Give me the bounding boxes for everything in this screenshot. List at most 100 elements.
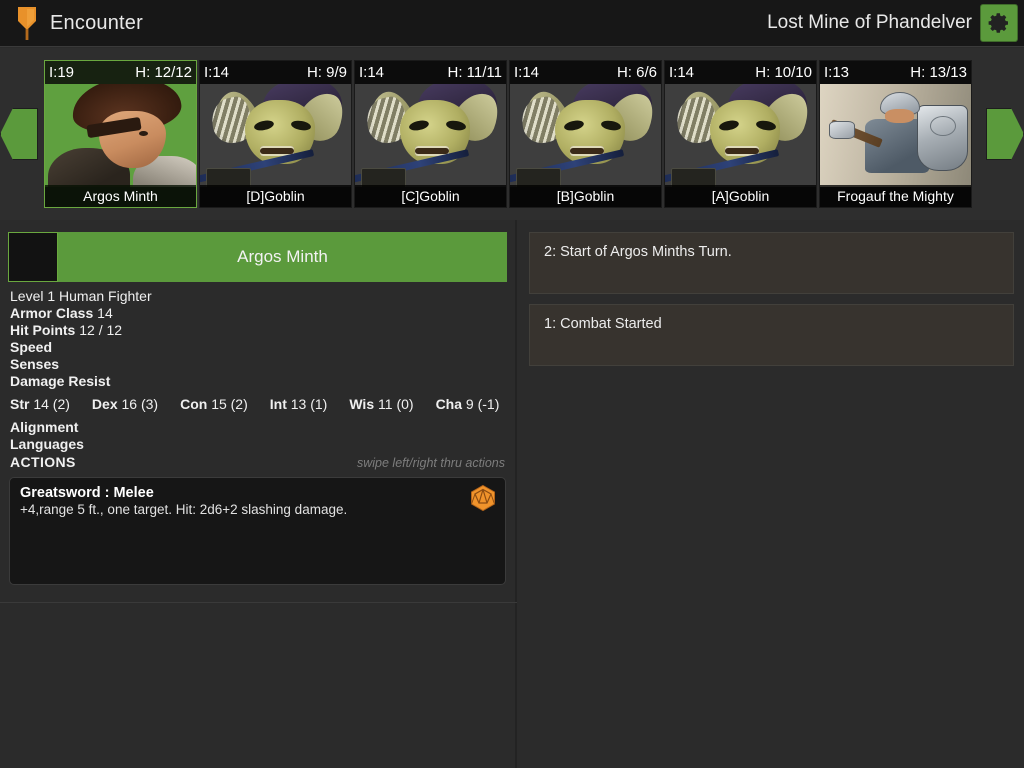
- ability-value: 11 (0): [378, 396, 414, 412]
- portrait-art: [820, 84, 971, 187]
- portrait-art: [200, 84, 351, 187]
- combatant-initiative: I:13: [824, 64, 850, 81]
- combatant-card[interactable]: I:13 H: 13/13 Frogauf the Mighty: [819, 60, 972, 208]
- sheet-armor-class: Armor Class 14: [10, 305, 505, 322]
- combatant-card[interactable]: I:14 H: 11/11 [C]Goblin: [354, 60, 507, 208]
- shield-torch-icon: [16, 5, 38, 41]
- languages-label: Languages: [10, 436, 84, 452]
- sheet-extra-lines: Alignment Languages: [0, 413, 515, 453]
- ability-value: 15 (2): [211, 396, 248, 412]
- app-header: Encounter Lost Mine of Phandelver: [0, 0, 1024, 47]
- armor-class-label: Armor Class: [10, 305, 94, 321]
- combatant-name: Frogauf the Mighty: [820, 185, 971, 207]
- body-wrap: Argos Minth Level 1 Human Fighter Armor …: [0, 220, 1024, 768]
- senses-label: Senses: [10, 356, 60, 372]
- combatant-hp: H: 13/13: [910, 64, 967, 81]
- swipe-hint: swipe left/right thru actions: [357, 456, 505, 470]
- damage-resist-label: Damage Resist: [10, 373, 111, 389]
- combatant-hp: H: 9/9: [306, 64, 347, 81]
- chevron-right-icon: [986, 108, 1024, 160]
- ability-value: 9 (-1): [465, 396, 500, 412]
- speed-label: Speed: [10, 339, 53, 355]
- combatant-name: [C]Goblin: [355, 185, 506, 207]
- combatant-initiative: I:14: [669, 64, 695, 81]
- ability-label: Str: [10, 396, 30, 412]
- avatar[interactable]: [8, 232, 58, 282]
- ability-label: Int: [269, 396, 287, 412]
- combatant-card[interactable]: I:14 H: 9/9 [D]Goblin: [199, 60, 352, 208]
- combatant-name: Argos Minth: [45, 185, 196, 207]
- combatant-stats: I:14 H: 6/6: [510, 61, 661, 84]
- log-entry[interactable]: 1: Combat Started: [529, 304, 1014, 366]
- hit-points-value: 12 / 12: [79, 322, 123, 338]
- action-card[interactable]: Greatsword : Melee +4,range 5 ft., one t…: [9, 477, 506, 585]
- combatant-portrait: [510, 84, 661, 187]
- settings-button[interactable]: [980, 4, 1018, 42]
- combatant-portrait: [665, 84, 816, 187]
- combatant-portrait: [355, 84, 506, 187]
- portrait-art: [510, 84, 661, 187]
- ability-score: Dex 16 (3): [92, 396, 158, 413]
- ability-score: Wis 11 (0): [349, 396, 413, 413]
- combatant-hp: H: 12/12: [135, 64, 192, 81]
- panel-divider: [0, 602, 517, 603]
- sheet-alignment: Alignment: [10, 419, 505, 436]
- combatant-hp: H: 6/6: [616, 64, 657, 81]
- character-sheet-panel: Argos Minth Level 1 Human Fighter Armor …: [0, 220, 517, 768]
- combatant-name: [D]Goblin: [200, 185, 351, 207]
- combatant-portrait: [200, 84, 351, 187]
- combatant-portrait: [820, 84, 971, 187]
- sheet-name: Argos Minth: [58, 232, 507, 282]
- sheet-hit-points: Hit Points 12 / 12: [10, 322, 505, 339]
- sheet-languages: Languages: [10, 436, 505, 453]
- combatant-card-list: I:19 H: 12/12 Argos Minth I:14 H: 9/9 [D]Gobl…: [38, 60, 986, 208]
- log-entry[interactable]: 2: Start of Argos Minths Turn.: [529, 232, 1014, 294]
- sheet-damage-resist: Damage Resist: [10, 373, 505, 390]
- gear-icon: [988, 13, 1008, 33]
- portrait-art: [665, 84, 816, 187]
- combatant-hp: H: 10/10: [755, 64, 812, 81]
- combatant-card[interactable]: I:14 H: 10/10 [A]Goblin: [664, 60, 817, 208]
- combat-log-panel: 2: Start of Argos Minths Turn. 1: Combat …: [517, 220, 1024, 768]
- ability-label: Wis: [349, 396, 375, 412]
- combatant-name: [A]Goblin: [665, 185, 816, 207]
- alignment-label: Alignment: [10, 419, 79, 435]
- combatant-initiative: I:14: [204, 64, 230, 81]
- hit-points-label: Hit Points: [10, 322, 76, 338]
- initiative-tracker: I:19 H: 12/12 Argos Minth I:14 H: 9/9 [D]Gobl…: [0, 48, 1024, 220]
- combatant-stats: I:14 H: 10/10: [665, 61, 816, 84]
- ability-label: Dex: [91, 396, 118, 412]
- portrait-art: [45, 84, 196, 187]
- combatant-name: [B]Goblin: [510, 185, 661, 207]
- d20-dice-icon[interactable]: [469, 484, 497, 512]
- combatant-hp: H: 11/11: [447, 64, 502, 81]
- page-title: Encounter: [50, 11, 143, 34]
- combatant-portrait: [45, 84, 196, 187]
- ability-score: Str 14 (2): [10, 396, 70, 413]
- ability-score: Int 13 (1): [270, 396, 328, 413]
- ability-score: Con 15 (2): [180, 396, 248, 413]
- combatant-stats: I:14 H: 11/11: [355, 61, 506, 84]
- combatant-initiative: I:14: [359, 64, 385, 81]
- next-combatant-arrow[interactable]: [986, 108, 1024, 160]
- ability-scores: Str 14 (2) Dex 16 (3) Con 15 (2) Int 13 (1)…: [0, 390, 515, 413]
- combatant-initiative: I:19: [49, 64, 75, 81]
- combatant-stats: I:19 H: 12/12: [45, 61, 196, 84]
- armor-class-value: 14: [97, 305, 113, 321]
- combatant-card[interactable]: I:19 H: 12/12 Argos Minth: [44, 60, 197, 208]
- combatant-stats: I:14 H: 9/9: [200, 61, 351, 84]
- actions-label: ACTIONS: [10, 454, 76, 470]
- ability-value: 16 (3): [121, 396, 159, 412]
- prev-combatant-arrow[interactable]: [0, 108, 38, 160]
- sheet-senses: Senses: [10, 356, 505, 373]
- chevron-left-icon: [0, 108, 38, 160]
- ability-label: Cha: [435, 396, 463, 412]
- action-description: +4,range 5 ft., one target. Hit: 2d6+2 s…: [20, 502, 348, 517]
- ability-label: Con: [180, 396, 208, 412]
- ability-value: 13 (1): [290, 396, 328, 412]
- combatant-stats: I:13 H: 13/13: [820, 61, 971, 84]
- ability-score: Cha 9 (-1): [436, 396, 500, 413]
- sheet-stat-lines: Level 1 Human Fighter Armor Class 14 Hit…: [0, 282, 515, 390]
- combatant-initiative: I:14: [514, 64, 540, 81]
- combatant-card[interactable]: I:14 H: 6/6 [B]Goblin: [509, 60, 662, 208]
